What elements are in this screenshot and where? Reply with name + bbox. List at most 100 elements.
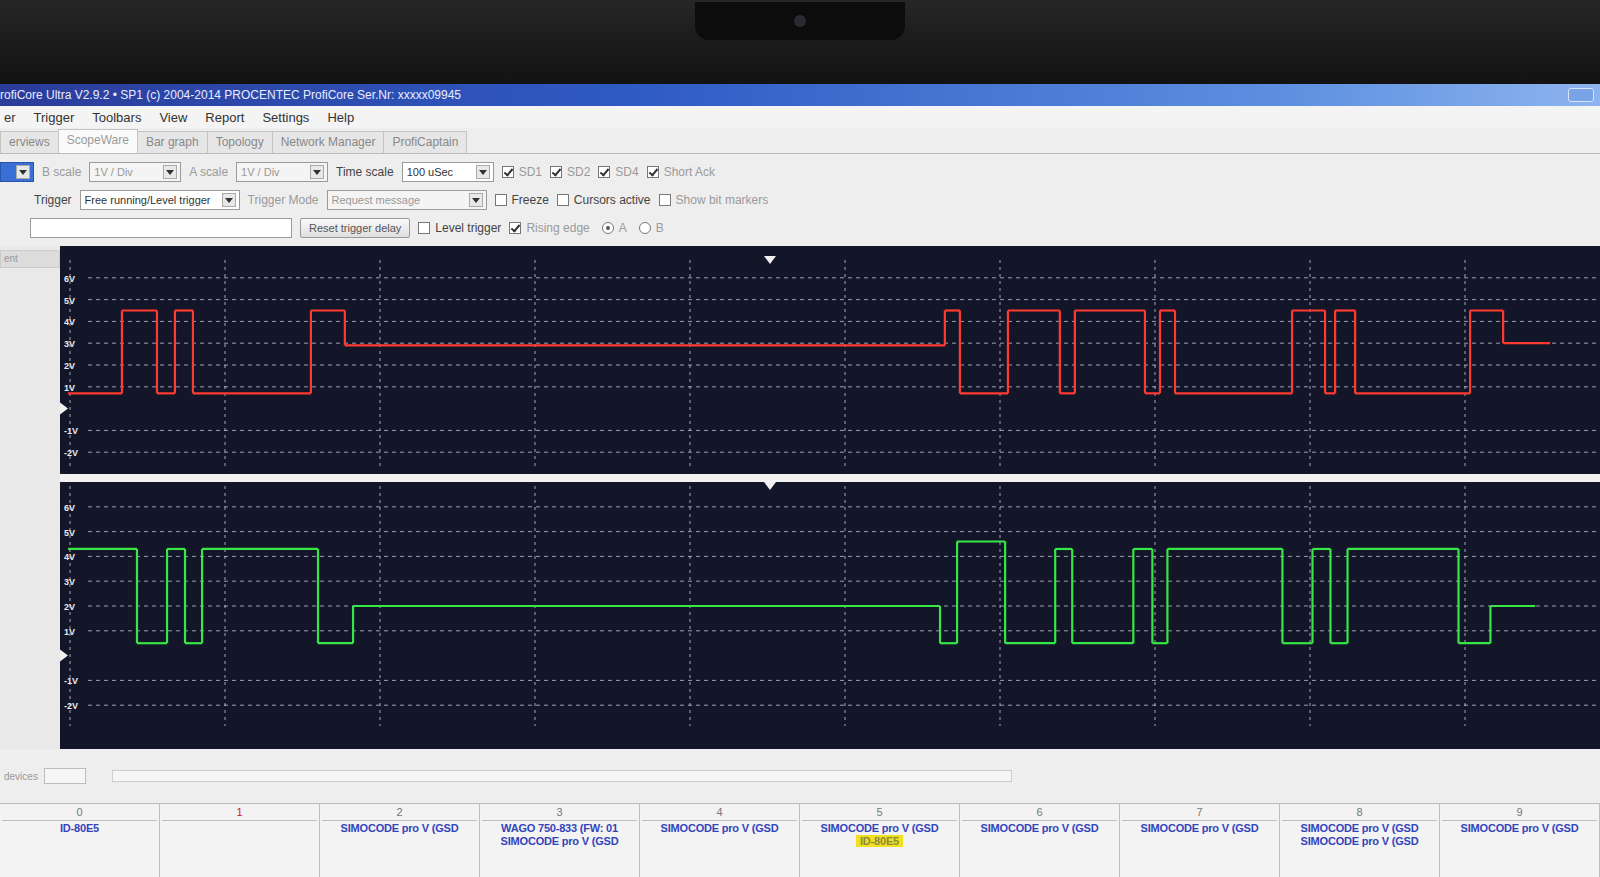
trigger-input[interactable] [30, 218, 292, 238]
dropdown-value: 1V / Div [94, 166, 133, 178]
checkbox-box [659, 194, 671, 206]
trace-edge [1159, 311, 1161, 394]
menu-item[interactable]: Settings [262, 110, 309, 125]
axis-tick: 2V [64, 602, 75, 612]
checkbox: SD4 [598, 165, 638, 179]
device-name[interactable]: SIMOCODE pro V (GSD [977, 822, 1103, 834]
dropdown-arrow-icon[interactable] [222, 193, 236, 207]
dropdown: Request message [327, 190, 487, 210]
trace-level [957, 540, 1005, 542]
trace-edge [1166, 549, 1168, 643]
dropdown-arrow-icon[interactable] [16, 165, 30, 179]
device-name[interactable]: ID-80E5 [56, 822, 103, 834]
device-slot[interactable]: 8SIMOCODE pro V (GSDSIMOCODE pro V (GSD [1280, 804, 1440, 877]
device-slot[interactable]: 6SIMOCODE pro V (GSD [960, 804, 1120, 877]
tab[interactable]: ProfiCaptain [383, 131, 467, 153]
reset-trigger-button[interactable]: Reset trigger delay [300, 218, 410, 238]
checkbox-box[interactable] [495, 194, 507, 206]
axis-tick: 4V [64, 317, 75, 327]
dropdown-arrow-icon[interactable] [163, 165, 177, 179]
devices-dropdown[interactable] [44, 768, 86, 784]
device-slot[interactable]: 0ID-80E5 [0, 804, 160, 877]
trace-level [1330, 642, 1347, 644]
axis-tick: 6V [64, 274, 75, 284]
menu-item[interactable]: Report [205, 110, 244, 125]
trace-edge [174, 311, 176, 394]
menu-item[interactable]: er [4, 110, 16, 125]
dropdown-value: 1V / Div [241, 166, 280, 178]
checkbox-label: SD4 [615, 165, 638, 179]
checkbox-box [598, 166, 610, 178]
trace-level [193, 392, 311, 394]
dropdown-arrow-icon[interactable] [310, 165, 324, 179]
tab[interactable]: ScopeWare [58, 129, 138, 153]
device-name[interactable]: SIMOCODE pro V (GSD [497, 835, 623, 847]
checkbox-label: Show bit markers [676, 193, 769, 207]
device-slot[interactable]: 4SIMOCODE pro V (GSD [640, 804, 800, 877]
device-slot[interactable]: 3WAGO 750-833 (FW: 01SIMOCODE pro V (GSD [480, 804, 640, 877]
checkbox-label: Short Ack [664, 165, 715, 179]
device-name[interactable]: ID-80E5 [856, 835, 903, 847]
dropdown-arrow-icon[interactable] [476, 165, 490, 179]
menu-item[interactable]: Toolbars [92, 110, 141, 125]
device-name[interactable]: SIMOCODE pro V (GSD [657, 822, 783, 834]
menu-item[interactable]: Trigger [34, 110, 75, 125]
trace-level [122, 309, 157, 311]
dropdown-arrow-icon[interactable] [469, 193, 483, 207]
device-slot[interactable]: 5SIMOCODE pro V (GSDID-80E5 [800, 804, 960, 877]
axis-tick: -1V [64, 426, 78, 436]
checkbox: Show bit markers [659, 193, 769, 207]
devices-label: devices [4, 771, 38, 782]
trace-edge [1311, 549, 1313, 643]
tab[interactable]: erviews [0, 131, 59, 153]
device-strip-header: devices [0, 749, 1600, 803]
trace-edge [136, 549, 138, 643]
menu-item[interactable]: Help [327, 110, 354, 125]
trace-edge [121, 311, 123, 394]
dropdown[interactable]: 100 uSec [402, 162, 494, 182]
tab-bar: erviewsScopeWareBar graphTopologyNetwork… [0, 128, 1600, 154]
device-slot[interactable]: 7SIMOCODE pro V (GSD [1120, 804, 1280, 877]
radio-label: A [619, 221, 627, 235]
axis-tick: 5V [64, 528, 75, 538]
checkbox: SD1 [502, 165, 542, 179]
trace-edge [1007, 311, 1009, 394]
device-name[interactable]: SIMOCODE pro V (GSD [817, 822, 943, 834]
checkbox: Short Ack [647, 165, 715, 179]
radio-circle [639, 222, 651, 234]
trace-level [345, 344, 945, 346]
tab[interactable]: Topology [207, 131, 273, 153]
device-name[interactable]: SIMOCODE pro V (GSD [1137, 822, 1263, 834]
trace-edge [1346, 549, 1348, 643]
trace-edge [959, 311, 961, 394]
tab[interactable]: Network Manager [272, 131, 385, 153]
tab[interactable]: Bar graph [137, 131, 208, 153]
device-name[interactable]: WAGO 750-833 (FW: 01 [497, 822, 622, 834]
app-window: rofiCore Ultra V2.9.2 • SP1 (c) 2004-201… [0, 84, 1600, 877]
trace-level [167, 548, 185, 550]
dropdown[interactable] [0, 162, 34, 182]
trace-edge [1144, 311, 1146, 394]
zero-marker-icon [60, 403, 68, 415]
menu-item[interactable]: View [159, 110, 187, 125]
checkbox-box[interactable] [418, 222, 430, 234]
trace-edge [1151, 549, 1153, 643]
device-name[interactable]: SIMOCODE pro V (GSD [1297, 835, 1423, 847]
device-slot[interactable]: 9SIMOCODE pro V (GSD [1440, 804, 1600, 877]
trace-level [1167, 548, 1282, 550]
window-button-icon[interactable] [1568, 88, 1594, 102]
checkbox[interactable]: Freeze [495, 193, 549, 207]
horizontal-scrollbar[interactable] [112, 770, 1012, 782]
window-title: rofiCore Ultra V2.9.2 • SP1 (c) 2004-201… [0, 88, 461, 102]
checkbox[interactable]: Cursors active [557, 193, 651, 207]
device-slot[interactable]: 1 [160, 804, 320, 877]
dropdown[interactable]: Free running/Level trigger [80, 190, 240, 210]
device-name[interactable]: SIMOCODE pro V (GSD [1457, 822, 1583, 834]
device-name[interactable]: SIMOCODE pro V (GSD [337, 822, 463, 834]
device-name[interactable]: SIMOCODE pro V (GSD [1297, 822, 1423, 834]
checkbox[interactable]: Level trigger [418, 221, 501, 235]
device-slot[interactable]: 2SIMOCODE pro V (GSD [320, 804, 480, 877]
trace-level [68, 548, 137, 550]
device-address: 6 [962, 806, 1117, 821]
checkbox-box[interactable] [557, 194, 569, 206]
